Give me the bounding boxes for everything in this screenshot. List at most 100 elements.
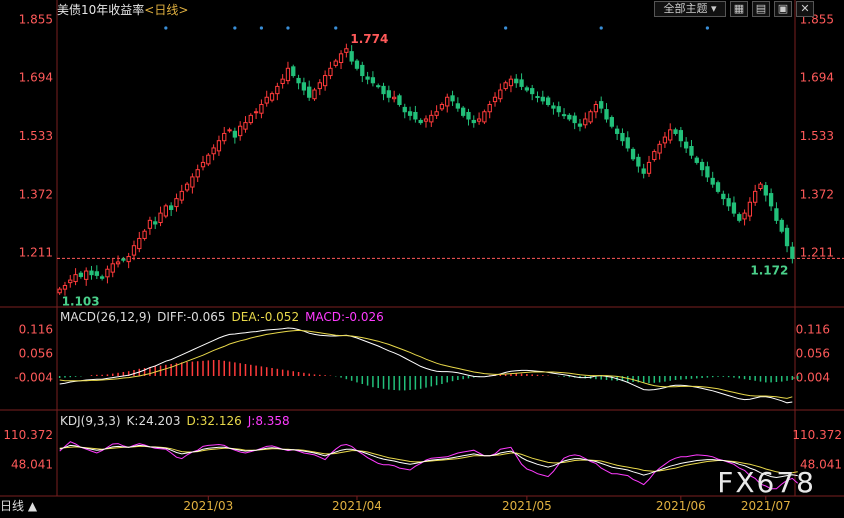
candle-body-74: [450, 95, 455, 102]
candle-body-122: [705, 166, 710, 178]
candle-body-11: [115, 261, 121, 265]
candle-body-98: [577, 123, 583, 127]
candle-body-133: [763, 185, 768, 196]
candle-body-103: [604, 109, 609, 120]
y-tick-label-right-2: 1.533: [800, 129, 834, 143]
candle-body-135: [774, 208, 779, 221]
candle-body-75: [455, 103, 461, 109]
candle-body-120: [694, 157, 699, 163]
candle-body-64: [397, 95, 402, 106]
candle-body-124: [715, 182, 721, 192]
y-tick-label-left-1: 1.694: [19, 71, 53, 85]
last-value-label: 1.172: [750, 263, 788, 277]
candle-body-21: [169, 205, 174, 210]
macd-title-bar: MACD(26,12,9) DIFF:-0.065 DEA:-0.052 MACD:-…: [60, 310, 390, 324]
candle-body-46: [301, 82, 307, 91]
candle-body-12: [121, 258, 126, 261]
candle-body-20: [163, 205, 168, 217]
candle-body-8: [99, 276, 105, 279]
candle-body-126: [726, 198, 731, 207]
event-marker-0: [164, 26, 168, 30]
candle-body-52: [333, 60, 338, 66]
theme-dropdown[interactable]: 全部主题 ▾: [654, 1, 726, 17]
candle-body-15: [137, 237, 142, 250]
period-footer-button[interactable]: 日线 ▲: [0, 497, 37, 514]
macd-y-tick-left-1: 0.056: [19, 347, 53, 361]
candle-body-116: [673, 129, 678, 134]
candle-body-118: [684, 141, 689, 149]
candle-body-6: [89, 270, 94, 276]
x-tick-label-4: 2021/07: [741, 499, 791, 513]
candle-body-54: [344, 48, 349, 53]
x-tick-label-1: 2021/04: [332, 499, 382, 513]
candlestick-series: [57, 43, 795, 296]
candle-body-19: [158, 212, 163, 224]
macd-dea-line: [59, 329, 793, 399]
candle-body-9: [105, 268, 110, 278]
candle-body-88: [524, 87, 530, 91]
candle-body-23: [179, 190, 184, 201]
candle-body-24: [184, 183, 190, 191]
candle-body-125: [721, 193, 726, 200]
kdj-y-tick-left-1: 48.041: [11, 457, 53, 471]
candle-body-106: [620, 132, 625, 142]
candle-body-53: [338, 53, 344, 64]
watermark-logo: FX678: [717, 466, 816, 499]
x-axis: 2021/03 2021/04 2021/05 2021/06 2021/07: [183, 496, 791, 513]
event-marker-7: [705, 26, 709, 30]
candle-body-56: [354, 60, 360, 69]
macd-macd-label: MACD:-0.026: [305, 310, 384, 324]
candle-body-82: [492, 96, 498, 103]
candle-body-138: [790, 246, 795, 259]
macd-y-tick-right-1: 0.056: [796, 347, 830, 361]
candle-body-39: [264, 96, 269, 104]
expand-icon[interactable]: ▣: [774, 1, 792, 17]
candle-body-101: [593, 104, 599, 113]
grid-icon[interactable]: ▦: [730, 1, 748, 17]
event-marker-2: [259, 26, 264, 30]
candle-body-7: [94, 271, 99, 276]
candle-body-16: [142, 230, 147, 239]
candle-body-33: [232, 130, 238, 138]
candle-body-5: [84, 270, 89, 280]
candle-body-68: [418, 119, 423, 124]
candle-body-114: [662, 136, 668, 144]
candle-body-78: [471, 119, 476, 124]
candle-body-70: [429, 114, 434, 123]
candle-body-63: [391, 96, 397, 100]
candle-body-3: [73, 274, 78, 283]
chevron-down-icon: ▾: [710, 2, 717, 15]
y-tick-label-left-4: 1.211: [19, 246, 53, 260]
y-tick-label-right-4: 1.211: [800, 246, 834, 260]
candle-body-26: [195, 169, 200, 178]
candle-body-55: [349, 51, 354, 62]
candle-body-4: [78, 272, 84, 277]
kdj-d-label: D:32.126: [186, 414, 242, 428]
y-tick-label-left-0: 1.855: [19, 12, 53, 26]
candle-body-45: [296, 77, 301, 84]
candle-body-29: [211, 147, 216, 155]
theme-dropdown-label: 全部主题: [663, 2, 708, 15]
candle-body-37: [253, 111, 259, 114]
candle-body-104: [609, 117, 614, 127]
list-icon[interactable]: ▤: [752, 1, 770, 17]
instrument-title: 美债10年收益率: [57, 3, 145, 17]
candle-body-132: [758, 183, 763, 189]
candle-body-27: [200, 161, 206, 168]
x-tick-label-2: 2021/05: [502, 499, 552, 513]
event-marker-3: [286, 26, 290, 30]
candle-body-110: [641, 168, 646, 174]
candle-body-93: [551, 105, 556, 109]
kdj-y-tick-left-0: 110.372: [3, 428, 53, 442]
candle-body-136: [779, 219, 784, 232]
close-icon[interactable]: ✕: [796, 1, 814, 17]
candle-body-60: [376, 85, 381, 88]
candle-body-102: [599, 101, 604, 109]
y-tick-label-left-3: 1.372: [19, 187, 53, 201]
candle-body-51: [328, 67, 333, 77]
period-selector[interactable]: <日线>: [144, 3, 188, 17]
macd-y-tick-right-0: 0.116: [796, 323, 830, 337]
candle-body-1: [62, 285, 68, 290]
candle-body-108: [630, 148, 636, 160]
candle-body-109: [636, 156, 641, 167]
